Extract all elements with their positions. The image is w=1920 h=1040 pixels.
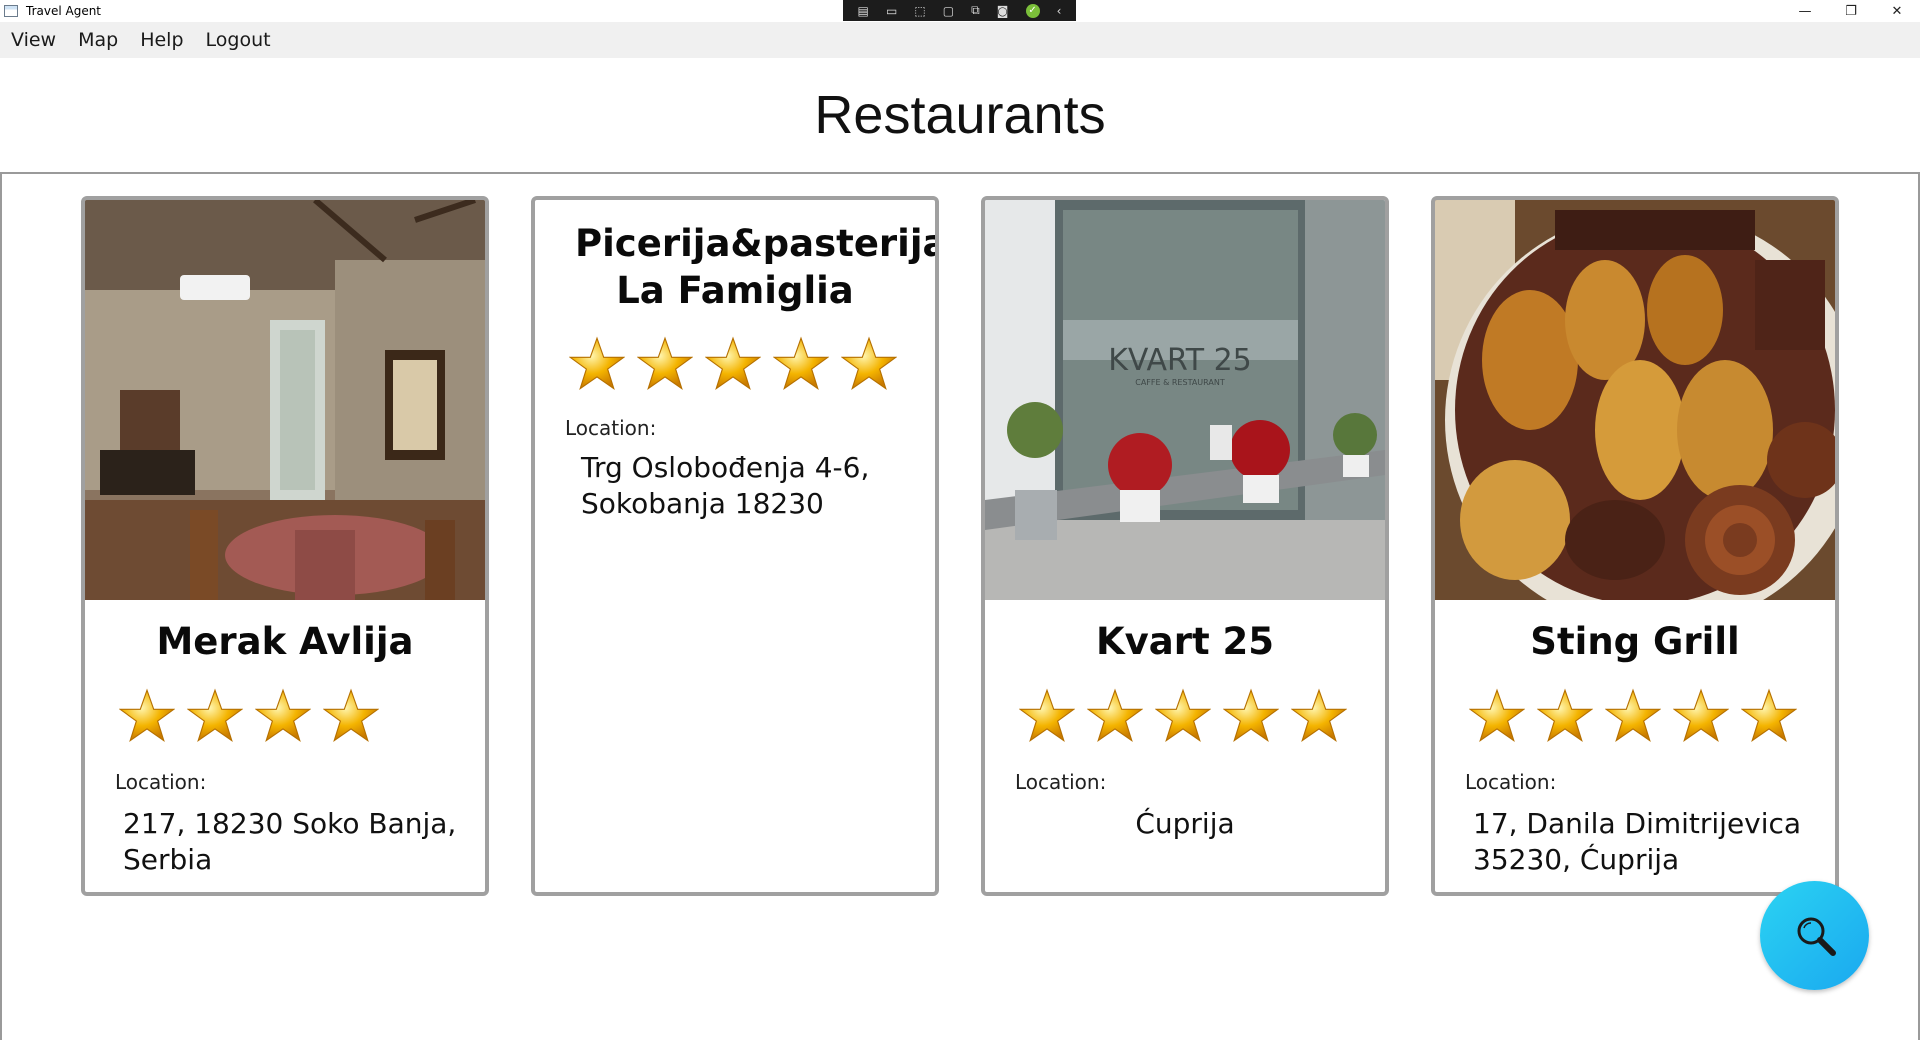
menu-map[interactable]: Map <box>67 29 129 51</box>
location-value: 217, 18230 Soko Banja, Serbia <box>123 807 457 876</box>
star-icon <box>119 688 175 743</box>
star-icon <box>1291 688 1347 743</box>
recording-toolbar: ▤ ▭ ⬚ ▢ ⧉ ◙ ✓ ‹ <box>843 0 1076 21</box>
menu-logout[interactable]: Logout <box>195 29 282 51</box>
restore-icon[interactable]: ❐ <box>1828 0 1874 22</box>
rating-stars <box>119 688 379 748</box>
screen-icon[interactable]: ⧉ <box>971 3 980 18</box>
check-icon[interactable]: ✓ <box>1025 3 1040 18</box>
restaurant-card[interactable]: Merak Avlija Location: 217, 18230 Soko B… <box>81 196 489 896</box>
close-icon[interactable]: ✕ <box>1874 0 1920 22</box>
rating-stars <box>569 336 897 396</box>
audio-icon[interactable]: ◙ <box>997 4 1009 18</box>
search-button[interactable] <box>1760 881 1869 990</box>
collapse-icon[interactable]: ‹ <box>1057 4 1062 18</box>
restaurant-name: Kvart 25 <box>1095 620 1275 663</box>
location-value: Trg Oslobođenja 4-6, Sokobanja 18230 <box>581 451 870 520</box>
location-value: Ćuprija <box>1135 807 1235 840</box>
star-icon <box>773 336 829 391</box>
location-value: 17, Danila Dimitrijevica 35230, Ćuprija <box>1473 807 1802 876</box>
star-icon <box>1469 688 1525 743</box>
star-icon <box>1087 688 1143 743</box>
window-title: Travel Agent <box>26 4 102 18</box>
window-controls: — ❐ ✕ <box>1782 0 1920 22</box>
restaurant-name: Merak Avlija <box>156 620 414 663</box>
star-icon <box>569 336 625 391</box>
location-label: Location: <box>565 416 657 440</box>
star-icon <box>323 688 379 743</box>
menu-bar: View Map Help Logout <box>0 22 1920 58</box>
star-icon <box>705 336 761 391</box>
camera-icon[interactable]: ▭ <box>886 4 897 18</box>
location-label: Location: <box>1015 770 1107 794</box>
star-icon <box>1605 688 1661 743</box>
star-icon <box>1019 688 1075 743</box>
minimize-icon[interactable]: — <box>1782 0 1828 22</box>
menu-help[interactable]: Help <box>129 29 194 51</box>
restaurant-name: Picerija&pasterija La Famiglia <box>575 222 939 312</box>
restaurant-list: Merak Avlija Location: 217, 18230 Soko B… <box>0 172 1920 1040</box>
storefront-sign: KVART 25 <box>1108 343 1252 378</box>
restaurant-name: Sting Grill <box>1530 620 1740 663</box>
location-label: Location: <box>1465 770 1557 794</box>
restaurant-card[interactable]: Picerija&pasterija La Famiglia Location:… <box>531 196 939 896</box>
star-icon <box>255 688 311 743</box>
rating-stars <box>1019 688 1347 748</box>
pointer-icon[interactable]: ⬚ <box>914 4 925 18</box>
region-icon[interactable]: ▢ <box>943 4 954 18</box>
star-icon <box>1673 688 1729 743</box>
search-icon <box>1797 917 1836 956</box>
restaurant-card[interactable]: KVART 25 CAFFE & RESTAURANT Kvart 25 Loc… <box>981 196 1389 896</box>
record-settings-icon[interactable]: ▤ <box>858 4 869 18</box>
page-title: Restaurants <box>814 85 1106 145</box>
restaurant-photo <box>1435 200 1835 600</box>
star-icon <box>637 336 693 391</box>
star-icon <box>1155 688 1211 743</box>
star-icon <box>1537 688 1593 743</box>
storefront-sign-sub: CAFFE & RESTAURANT <box>1135 378 1225 387</box>
restaurant-photo: KVART 25 CAFFE & RESTAURANT <box>985 200 1385 600</box>
star-icon <box>187 688 243 743</box>
rating-stars <box>1469 688 1797 748</box>
window-titlebar: Travel Agent ▤ ▭ ⬚ ▢ ⧉ ◙ ✓ ‹ — ❐ ✕ <box>0 0 1920 22</box>
menu-view[interactable]: View <box>0 29 67 51</box>
star-icon <box>1223 688 1279 743</box>
app-icon <box>4 5 18 17</box>
location-label: Location: <box>115 770 207 794</box>
star-icon <box>1741 688 1797 743</box>
restaurant-card[interactable]: Sting Grill Location: 17, Danila Dimitri… <box>1431 196 1839 896</box>
star-icon <box>841 336 897 391</box>
restaurant-photo <box>85 200 485 600</box>
